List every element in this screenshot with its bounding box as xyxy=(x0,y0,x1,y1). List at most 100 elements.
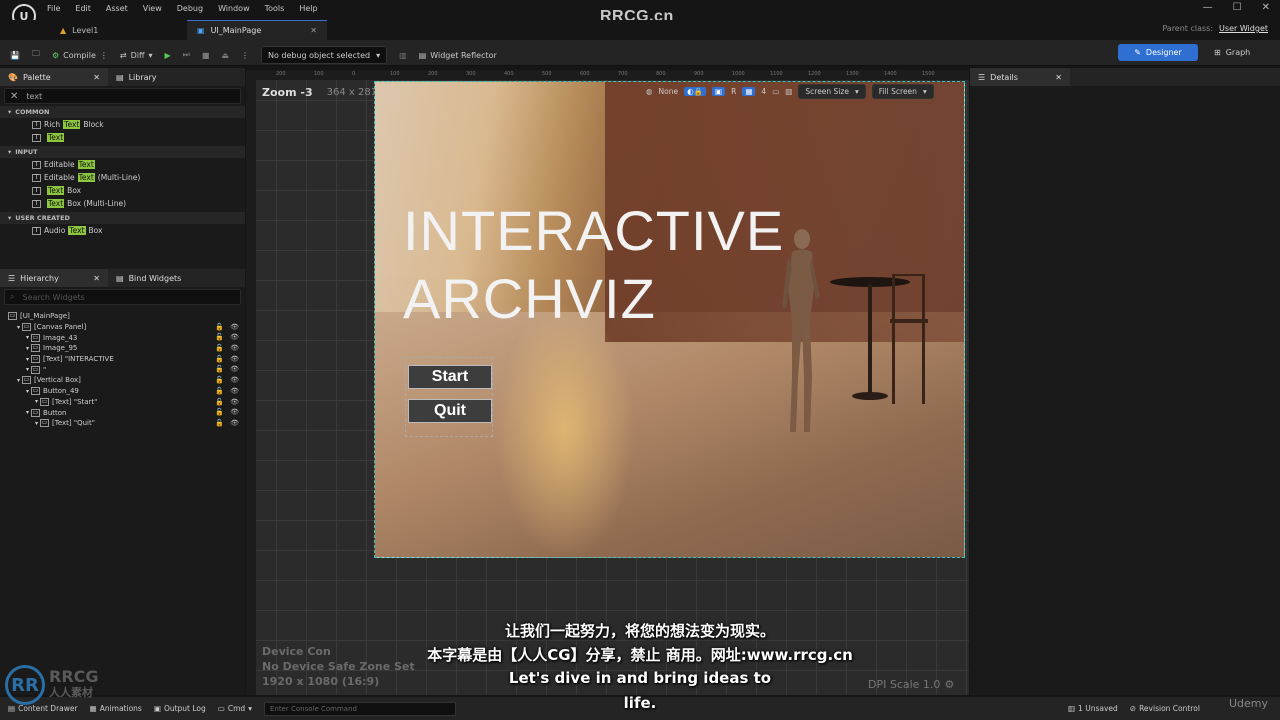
lock-icon[interactable]: 🔓 xyxy=(215,408,224,416)
tab-details[interactable]: ☰ Details ✕ xyxy=(970,68,1070,86)
expand-icon[interactable]: ▾ xyxy=(17,324,20,331)
menu-item-asset[interactable]: Asset xyxy=(106,4,128,13)
tab-bind-widgets[interactable]: ▤ Bind Widgets xyxy=(108,269,189,287)
lock-icon[interactable]: 🔓 xyxy=(215,355,224,363)
palette-item[interactable]: T Editable Text (Multi-Line) xyxy=(0,171,245,184)
globe-icon[interactable]: ◍ xyxy=(646,87,653,96)
menu-item-window[interactable]: Window xyxy=(218,4,250,13)
lock-icon[interactable]: 🔓 xyxy=(215,323,224,331)
expand-icon[interactable]: ▾ xyxy=(26,334,29,341)
graph-button[interactable]: ⊞ Graph xyxy=(1214,44,1250,61)
hierarchy-row[interactable]: ▾ ▭ Image_95 🔓 👁 xyxy=(0,343,245,354)
refresh-label[interactable]: R xyxy=(731,87,736,96)
visibility-icon[interactable]: 👁 xyxy=(230,355,239,363)
lock-icon[interactable]: 🔓 xyxy=(215,344,224,352)
toggle-icon[interactable]: ◐🔒 xyxy=(684,87,707,96)
visibility-icon[interactable]: 👁 xyxy=(230,419,239,427)
stop-icon[interactable]: ■ xyxy=(202,44,210,66)
hierarchy-row[interactable]: ▾ ▭ [Text] "Start" 🔓 👁 xyxy=(0,397,245,408)
eject-icon[interactable]: ⏏ xyxy=(221,44,229,66)
save-icon[interactable]: 💾 xyxy=(10,44,20,66)
visibility-icon[interactable]: 👁 xyxy=(230,365,239,373)
lock-icon[interactable]: 🔓 xyxy=(215,365,224,373)
compile-button[interactable]: ⚙ Compile ⋮ xyxy=(52,44,108,66)
grid-snap-value[interactable]: 4 xyxy=(761,87,766,96)
tab-ui-mainpage[interactable]: ▣ UI_MainPage ✕ xyxy=(187,20,327,40)
visibility-icon[interactable]: 👁 xyxy=(230,408,239,416)
menu-item-debug[interactable]: Debug xyxy=(177,4,203,13)
palette-category[interactable]: ▾ COMMON xyxy=(0,106,245,118)
palette-item[interactable]: T Editable Text xyxy=(0,158,245,171)
close-icon[interactable]: ✕ xyxy=(1055,73,1062,82)
vertical-box[interactable]: Start Quit xyxy=(405,357,493,437)
palette-item[interactable]: T Text Box xyxy=(0,184,245,197)
hierarchy-row[interactable]: ▾ ▭ " 🔓 👁 xyxy=(0,364,245,375)
tab-level1[interactable]: ▲ Level1 xyxy=(50,20,185,40)
lock-icon[interactable]: 🔓 xyxy=(215,333,224,341)
flow-direction-label[interactable]: None xyxy=(659,87,679,96)
menu-item-tools[interactable]: Tools xyxy=(265,4,285,13)
hierarchy-row[interactable]: ▾ ▭ [Text] "INTERACTIVE 🔓 👁 xyxy=(0,354,245,365)
lock-icon[interactable]: 🔓 xyxy=(215,376,224,384)
expand-icon[interactable]: ▾ xyxy=(26,366,29,373)
lock-icon[interactable]: 🔓 xyxy=(215,398,224,406)
expand-icon[interactable]: ▾ xyxy=(26,345,29,352)
hierarchy-row[interactable]: ▾ ▭ [Text] "Quit" 🔓 👁 xyxy=(0,418,245,429)
palette-search-input[interactable]: text xyxy=(26,92,42,101)
clear-search-icon[interactable]: ✕ xyxy=(10,91,18,102)
palette-item[interactable]: T Audio Text Box xyxy=(0,224,245,237)
screen-size-dropdown[interactable]: Screen Size ▾ xyxy=(798,84,866,99)
step-icon[interactable]: ⏭ xyxy=(183,44,190,66)
hierarchy-row[interactable]: ▾ ▭ Button_49 🔓 👁 xyxy=(0,386,245,397)
image-icon[interactable]: ▭ xyxy=(772,87,779,96)
menu-item-view[interactable]: View xyxy=(143,4,162,13)
visibility-icon[interactable]: 👁 xyxy=(230,344,239,352)
tab-library[interactable]: ▤ Library xyxy=(108,68,165,86)
close-icon[interactable]: ✕ xyxy=(93,274,100,283)
hierarchy-row[interactable]: ▾ ▭ Button 🔓 👁 xyxy=(0,407,245,418)
hierarchy-row[interactable]: ▭ [UI_MainPage] xyxy=(0,311,245,322)
expand-icon[interactable]: ▾ xyxy=(26,409,29,416)
expand-icon[interactable]: ▾ xyxy=(17,377,20,384)
visibility-icon[interactable]: 👁 xyxy=(230,323,239,331)
palette-item[interactable]: T Text xyxy=(0,131,245,144)
menu-item-file[interactable]: File xyxy=(47,4,60,13)
expand-icon[interactable]: ▾ xyxy=(35,420,38,427)
start-button[interactable]: Start xyxy=(408,365,492,389)
diff-button[interactable]: ⇄ Diff ▾ xyxy=(120,44,153,66)
visibility-icon[interactable]: 👁 xyxy=(230,398,239,406)
close-icon[interactable]: ✕ xyxy=(1262,2,1270,13)
menu-item-edit[interactable]: Edit xyxy=(75,4,91,13)
browse-icon[interactable]: 🗀 xyxy=(32,44,40,66)
quit-button[interactable]: Quit xyxy=(408,399,492,423)
close-tab-icon[interactable]: ✕ xyxy=(310,26,317,35)
expand-icon[interactable]: ▾ xyxy=(35,398,38,405)
palette-search[interactable]: ✕ text xyxy=(4,88,241,104)
debug-object-dropdown[interactable]: No debug object selected ▾ xyxy=(260,46,388,64)
expand-icon[interactable]: ▾ xyxy=(26,388,29,395)
palette-category[interactable]: ▾ INPUT xyxy=(0,146,245,158)
maximize-icon[interactable]: ☐ xyxy=(1233,2,1242,13)
hierarchy-search[interactable]: ⌕ Search Widgets xyxy=(4,289,241,305)
close-icon[interactable]: ✕ xyxy=(93,73,100,82)
palette-item[interactable]: T Rich Text Block xyxy=(0,118,245,131)
widget-canvas[interactable]: INTERACTIVE ARCHVIZ Start Quit xyxy=(374,81,965,558)
grid-snap-icon[interactable]: ▦ xyxy=(742,87,756,96)
hierarchy-search-input[interactable]: Search Widgets xyxy=(22,293,84,302)
fill-screen-dropdown[interactable]: Fill Screen ▾ xyxy=(871,84,934,99)
more-icon[interactable]: ⋮ xyxy=(100,51,108,60)
lock-icon[interactable]: 🔓 xyxy=(215,387,224,395)
palette-item[interactable]: T Text Box (Multi-Line) xyxy=(0,197,245,210)
designer-button[interactable]: ✎ Designer xyxy=(1118,44,1198,61)
parent-class-link[interactable]: User Widget xyxy=(1219,24,1268,33)
visibility-icon[interactable]: 👁 xyxy=(230,333,239,341)
preview-icon[interactable]: ▥ xyxy=(785,87,792,96)
hierarchy-row[interactable]: ▾ ▭ Image_43 🔓 👁 xyxy=(0,332,245,343)
debug-filter-icon[interactable]: ▥ xyxy=(399,44,407,66)
more-icon[interactable]: ⋮ xyxy=(241,44,249,66)
tab-hierarchy[interactable]: ☰ Hierarchy ✕ xyxy=(0,269,108,287)
widget-reflector-button[interactable]: ▤ Widget Reflector xyxy=(419,44,497,66)
palette-category[interactable]: ▾ USER CREATED xyxy=(0,212,245,224)
tab-palette[interactable]: 🎨 Palette ✕ xyxy=(0,68,108,86)
hierarchy-row[interactable]: ▾ ▭ [Vertical Box] 🔓 👁 xyxy=(0,375,245,386)
